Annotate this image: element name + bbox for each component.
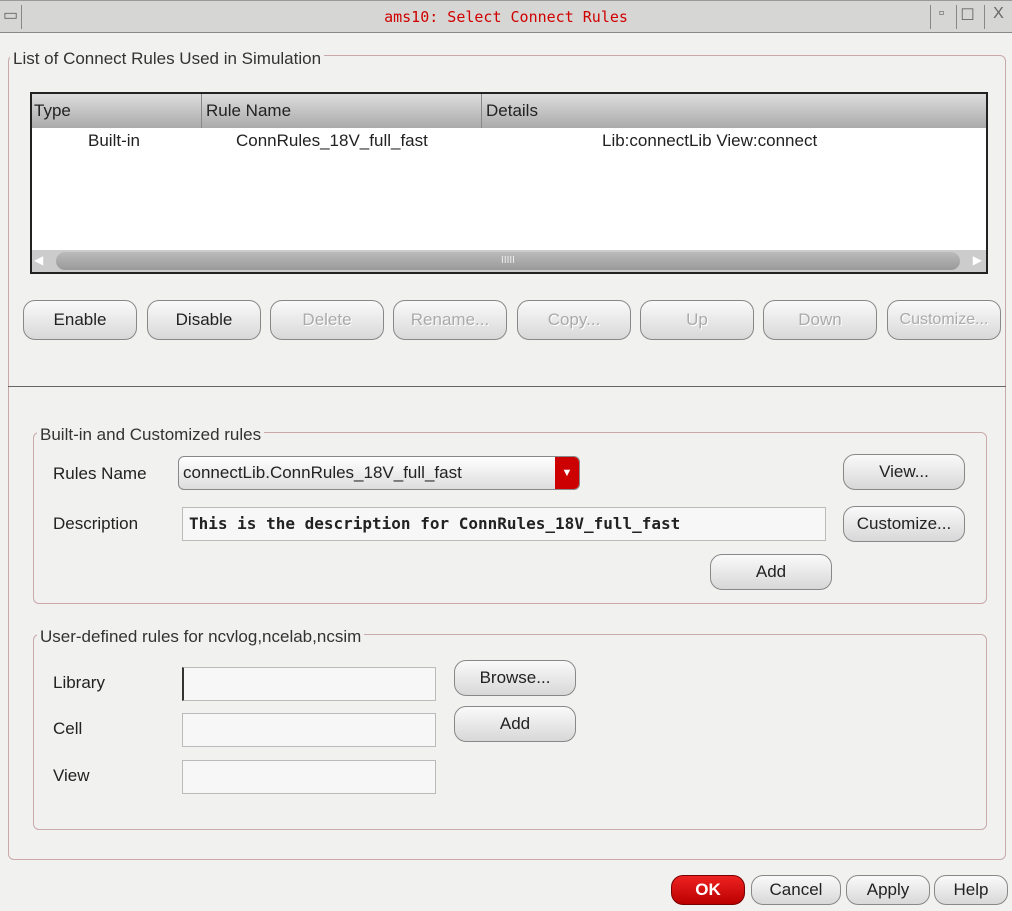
minimize-button[interactable]: ▫	[930, 5, 952, 29]
library-label: Library	[53, 673, 105, 692]
up-button[interactable]: Up	[640, 300, 754, 340]
user-section-label: User-defined rules for ncvlog,ncelab,ncs…	[37, 627, 365, 647]
view-input[interactable]	[182, 760, 436, 794]
rules-name-value: connectLib.ConnRules_18V_full_fast	[183, 463, 462, 482]
copy-button[interactable]: Copy...	[517, 300, 631, 340]
window-title: ams10: Select Connect Rules	[384, 8, 628, 26]
rules-name-dropdown[interactable]: connectLib.ConnRules_18V_full_fast ▼	[178, 456, 580, 490]
horizontal-scrollbar[interactable]: ◀ IIIII ▶	[32, 250, 986, 272]
title-bar: ▭ ams10: Select Connect Rules ▫ ☐ X	[0, 0, 1012, 33]
cancel-button[interactable]: Cancel	[751, 875, 841, 905]
scroll-right-arrow-icon[interactable]: ▶	[973, 253, 982, 267]
divider	[8, 386, 1006, 387]
cell-label: Cell	[53, 719, 83, 738]
list-section-label: List of Connect Rules Used in Simulation	[10, 49, 325, 69]
scroll-left-arrow-icon[interactable]: ◀	[34, 253, 43, 267]
builtin-add-button[interactable]: Add	[710, 554, 832, 590]
library-input[interactable]	[182, 667, 436, 701]
description-field: This is the description for ConnRules_18…	[182, 507, 826, 541]
close-button[interactable]: X	[984, 5, 1012, 29]
description-label: Description	[53, 514, 139, 533]
apply-button[interactable]: Apply	[846, 875, 930, 905]
cell-details: Lib:connectLib View:connect	[602, 131, 818, 150]
down-button[interactable]: Down	[763, 300, 877, 340]
column-header-type[interactable]: Type	[32, 94, 202, 128]
scroll-thumb[interactable]: IIIII	[56, 252, 960, 270]
customize-button[interactable]: Customize...	[843, 506, 965, 542]
table-header: Type Rule Name Details	[32, 94, 986, 128]
column-header-rule-name[interactable]: Rule Name	[202, 94, 482, 128]
disable-button[interactable]: Disable	[147, 300, 261, 340]
ok-button[interactable]: OK	[671, 875, 745, 905]
help-button[interactable]: Help	[934, 875, 1008, 905]
cell-input[interactable]	[182, 713, 436, 747]
view-button[interactable]: View...	[843, 454, 965, 490]
rules-name-label: Rules Name	[53, 464, 147, 483]
rules-table: Type Rule Name Details Built-in ConnRule…	[30, 92, 988, 274]
user-add-button[interactable]: Add	[454, 706, 576, 742]
maximize-button[interactable]: ☐	[956, 5, 978, 29]
column-header-details[interactable]: Details	[482, 94, 986, 128]
browse-button[interactable]: Browse...	[454, 660, 576, 696]
table-row[interactable]: Built-in ConnRules_18V_full_fast Lib:con…	[32, 128, 986, 154]
enable-button[interactable]: Enable	[23, 300, 137, 340]
view-label: View	[53, 766, 90, 785]
delete-button[interactable]: Delete	[270, 300, 384, 340]
rename-button[interactable]: Rename...	[393, 300, 507, 340]
dropdown-arrow-icon[interactable]: ▼	[555, 457, 579, 489]
builtin-section-label: Built-in and Customized rules	[37, 425, 265, 445]
customize-list-button[interactable]: Customize...	[887, 300, 1001, 340]
cell-type: Built-in	[88, 131, 140, 150]
cell-rule-name: ConnRules_18V_full_fast	[236, 131, 428, 150]
